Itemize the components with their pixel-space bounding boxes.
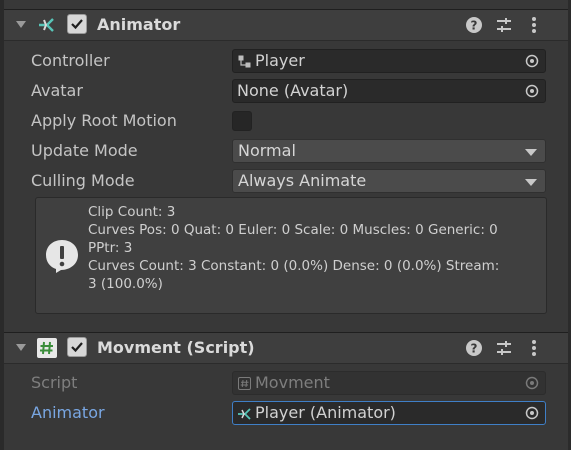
info-text: Clip Count: 3 Curves Pos: 0 Quat: 0 Eule… <box>88 204 500 292</box>
animator-icon <box>39 18 54 32</box>
kebab-menu-icon[interactable] <box>524 338 544 358</box>
culling-mode-value: Always Animate <box>238 171 367 190</box>
checkbox-check-icon <box>71 342 83 353</box>
foldout-arrow-icon[interactable] <box>16 344 26 351</box>
help-icon[interactable]: ? <box>464 15 484 35</box>
kebab-menu-icon[interactable] <box>524 15 544 35</box>
info-bubble-icon <box>46 240 78 273</box>
avatar-field[interactable]: None (Avatar) <box>232 79 546 103</box>
preset-icon[interactable] <box>494 338 514 358</box>
dropdown-arrow-icon <box>525 149 537 156</box>
culling-mode-label: Culling Mode <box>31 171 135 190</box>
controller-field[interactable]: Player <box>232 49 546 73</box>
movment-script-header[interactable]: Movment (Script) ? <box>4 332 568 364</box>
object-picker-icon[interactable] <box>525 406 539 420</box>
animator-enabled-checkbox[interactable] <box>67 14 87 34</box>
update-mode-dropdown[interactable]: Normal <box>232 139 546 163</box>
dropdown-arrow-icon <box>525 179 537 186</box>
script-label: Script <box>31 373 78 392</box>
object-picker-icon[interactable] <box>525 84 539 98</box>
svg-text:?: ? <box>471 342 478 356</box>
script-hash-icon <box>238 377 251 390</box>
controller-icon <box>238 55 251 68</box>
script-hash-icon <box>37 338 57 358</box>
script-value: Movment <box>255 373 330 392</box>
component-title: Movment (Script) <box>97 338 255 357</box>
movment-enabled-checkbox[interactable] <box>67 337 87 357</box>
avatar-value: None (Avatar) <box>237 81 349 100</box>
animator-info-box: Clip Count: 3 Curves Pos: 0 Quat: 0 Eule… <box>35 197 547 314</box>
script-field: Movment <box>232 371 546 395</box>
animator-reference-field[interactable]: Player (Animator) <box>232 401 546 425</box>
left-panel-edge <box>0 0 4 450</box>
animator-field-label: Animator <box>31 403 105 422</box>
component-title: Animator <box>97 15 181 34</box>
animator-reference-value: Player (Animator) <box>255 403 396 422</box>
apply-root-motion-checkbox[interactable] <box>232 111 252 131</box>
update-mode-label: Update Mode <box>31 141 138 160</box>
apply-root-motion-label: Apply Root Motion <box>31 111 177 130</box>
object-picker-icon[interactable] <box>525 54 539 68</box>
controller-label: Controller <box>31 51 110 70</box>
controller-value: Player <box>255 51 305 70</box>
foldout-arrow-icon[interactable] <box>16 21 26 28</box>
update-mode-value: Normal <box>238 141 296 160</box>
checkbox-check-icon <box>71 19 83 30</box>
culling-mode-dropdown[interactable]: Always Animate <box>232 169 546 193</box>
svg-text:?: ? <box>471 19 478 33</box>
animator-component-header[interactable]: Animator ? <box>4 9 568 41</box>
object-picker-icon <box>525 376 539 390</box>
avatar-label: Avatar <box>31 81 83 100</box>
preset-icon[interactable] <box>494 15 514 35</box>
help-icon[interactable]: ? <box>464 338 484 358</box>
animator-icon <box>238 408 251 420</box>
